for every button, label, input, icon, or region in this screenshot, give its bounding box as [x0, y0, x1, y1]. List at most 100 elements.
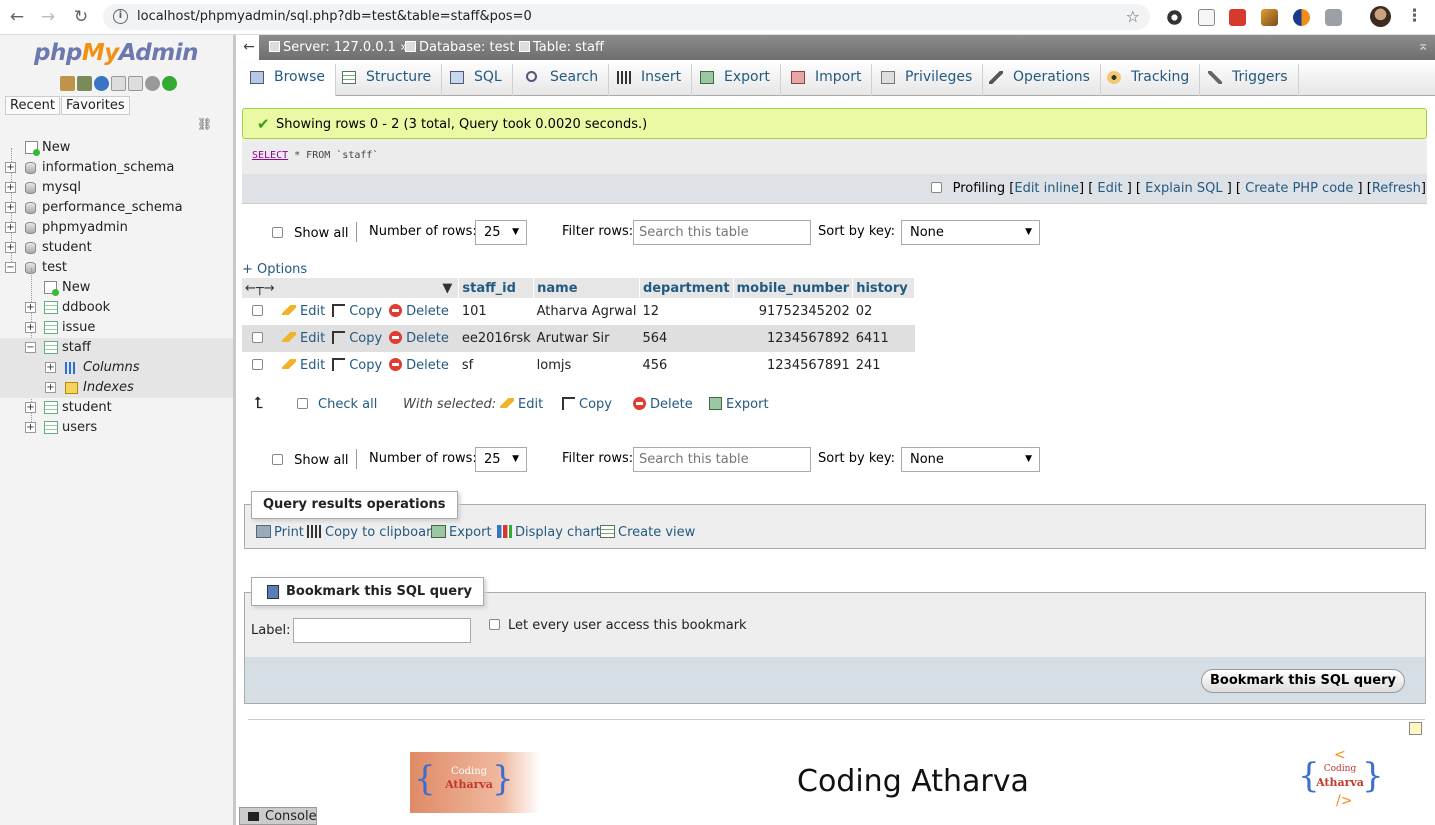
expand-icon[interactable]: + — [5, 162, 16, 173]
cell[interactable]: 456 — [639, 352, 734, 379]
bookmark-every-user-toggle[interactable]: Let every user access this bookmark — [489, 618, 747, 633]
tab-import[interactable]: Import — [780, 64, 873, 96]
number-of-rows-select[interactable]: 25 — [475, 447, 527, 472]
column-header[interactable]: department — [639, 278, 734, 298]
tab-insert[interactable]: Insert — [606, 64, 693, 96]
export-link[interactable]: Export — [431, 525, 492, 540]
collapse-icon[interactable]: − — [5, 262, 16, 273]
cell[interactable]: Atharva Agrwal — [533, 298, 640, 325]
print-link[interactable]: Print — [256, 525, 304, 540]
profile-avatar[interactable] — [1370, 6, 1391, 27]
tab-structure[interactable]: Structure — [331, 64, 443, 96]
tree-table-staff[interactable]: − staff — [0, 338, 233, 358]
cell[interactable]: 1234567891 — [733, 352, 853, 379]
tree-staff-columns[interactable]: + Columns — [0, 358, 233, 378]
filter-rows-input[interactable]: Search this table — [633, 220, 811, 245]
expand-icon[interactable]: + — [25, 402, 36, 413]
phpmyadmin-logo[interactable]: phpMyAdmin — [34, 40, 198, 66]
tab-search[interactable]: Search — [515, 64, 610, 96]
bulk-edit-button[interactable]: Edit — [500, 397, 543, 412]
home-icon[interactable] — [60, 76, 75, 91]
bulk-delete-button[interactable]: Delete — [633, 397, 693, 412]
reload-icon[interactable]: ↻ — [71, 7, 91, 27]
tab-tracking[interactable]: Tracking — [1096, 64, 1201, 96]
tab-export[interactable]: Export — [689, 64, 781, 96]
row-delete-link[interactable]: Delete — [389, 358, 449, 373]
help-icon[interactable] — [94, 76, 109, 91]
tree-db-phpmyadmin[interactable]: + phpmyadmin — [0, 218, 233, 238]
back-arrow-icon[interactable]: ← — [7, 7, 27, 27]
check-all-checkbox[interactable] — [297, 398, 308, 409]
tree-table-student[interactable]: + student — [0, 398, 233, 418]
expand-icon[interactable]: + — [5, 202, 16, 213]
expand-icon[interactable]: + — [5, 182, 16, 193]
create-view-link[interactable]: Create view — [600, 525, 695, 540]
tree-table-issue[interactable]: + issue — [0, 318, 233, 338]
address-bar[interactable]: i localhost/phpmyadmin/sql.php?db=test&t… — [103, 4, 1150, 30]
expand-icon[interactable]: + — [25, 422, 36, 433]
show-all-toggle[interactable]: Show all — [272, 226, 349, 241]
expand-icon[interactable]: + — [5, 242, 16, 253]
sort-by-key-select[interactable]: None — [901, 447, 1040, 472]
forward-arrow-icon[interactable]: → — [38, 7, 58, 27]
row-delete-link[interactable]: Delete — [389, 304, 449, 319]
row-delete-link[interactable]: Delete — [389, 331, 449, 346]
bulk-export-button[interactable]: Export — [709, 397, 769, 412]
breadcrumb-server[interactable]: Server: 127.0.0.1 » — [269, 40, 408, 55]
extensions-puzzle-icon[interactable] — [1325, 9, 1342, 26]
check-all-toggle[interactable]: Check all — [297, 397, 377, 412]
console-button[interactable]: Console — [239, 807, 317, 825]
bookmark-label-input[interactable] — [293, 618, 471, 643]
cell[interactable]: 101 — [458, 298, 534, 325]
row-edit-link[interactable]: Edit — [282, 331, 325, 346]
column-header[interactable]: name — [533, 278, 640, 298]
edit-inline-link[interactable]: Edit inline — [1014, 181, 1079, 196]
row-checkbox[interactable] — [252, 305, 263, 316]
logout-icon[interactable] — [77, 76, 92, 91]
expand-icon[interactable]: + — [45, 362, 56, 373]
extension-circle-icon[interactable] — [1293, 9, 1310, 26]
sql-keyword[interactable]: SELECT — [252, 150, 288, 161]
tree-db-test[interactable]: − test — [0, 258, 233, 278]
display-chart-link[interactable]: Display chart — [497, 525, 601, 540]
reload-nav-icon[interactable] — [162, 76, 177, 91]
cell[interactable]: 6411 — [852, 325, 915, 352]
tree-staff-indexes[interactable]: + Indexes — [0, 378, 233, 398]
explain-sql-link[interactable]: Explain SQL — [1145, 181, 1222, 196]
tree-db-performance-schema[interactable]: + performance_schema — [0, 198, 233, 218]
collapse-icon[interactable]: − — [25, 342, 36, 353]
bookmark-star-icon[interactable]: ☆ — [1126, 7, 1140, 26]
tree-db-mysql[interactable]: + mysql — [0, 178, 233, 198]
extension-gear-icon[interactable] — [1166, 9, 1183, 26]
tab-sql[interactable]: SQL — [439, 64, 513, 96]
expand-icon[interactable]: + — [5, 222, 16, 233]
row-copy-link[interactable]: Copy — [332, 304, 382, 319]
create-php-code-link[interactable]: Create PHP code — [1245, 181, 1353, 196]
tree-new-database[interactable]: New — [0, 138, 233, 158]
cell[interactable]: 564 — [639, 325, 734, 352]
cell[interactable]: 12 — [639, 298, 734, 325]
filter-rows-input[interactable]: Search this table — [633, 447, 811, 472]
row-edit-link[interactable]: Edit — [282, 304, 325, 319]
bulk-copy-button[interactable]: Copy — [562, 397, 612, 412]
docs-icon[interactable] — [111, 76, 126, 91]
number-of-rows-select[interactable]: 25 — [475, 220, 527, 245]
collapse-nav-arrow-icon[interactable]: ← — [239, 35, 259, 60]
extension-pdf-icon[interactable] — [1229, 9, 1246, 26]
tree-new-table[interactable]: New — [0, 278, 233, 298]
cell[interactable]: Arutwar Sir — [533, 325, 640, 352]
tab-triggers[interactable]: Triggers — [1197, 64, 1299, 96]
note-icon[interactable] — [1409, 722, 1422, 735]
favorites-tab[interactable]: Favorites — [60, 96, 130, 115]
show-all-toggle[interactable]: Show all — [272, 453, 349, 468]
row-checkbox[interactable] — [252, 359, 263, 370]
bookmark-submit-button[interactable]: Bookmark this SQL query — [1201, 669, 1405, 693]
copy-to-clipboard-link[interactable]: Copy to clipboard — [307, 525, 439, 540]
tree-table-users[interactable]: + users — [0, 418, 233, 438]
column-header[interactable]: history — [852, 278, 916, 298]
column-header[interactable]: mobile_number — [733, 278, 854, 298]
show-all-checkbox[interactable] — [272, 227, 283, 238]
expand-icon[interactable]: + — [45, 382, 56, 393]
breadcrumb-database[interactable]: Database: test » — [405, 40, 527, 55]
settings-gear-icon[interactable] — [145, 76, 160, 91]
